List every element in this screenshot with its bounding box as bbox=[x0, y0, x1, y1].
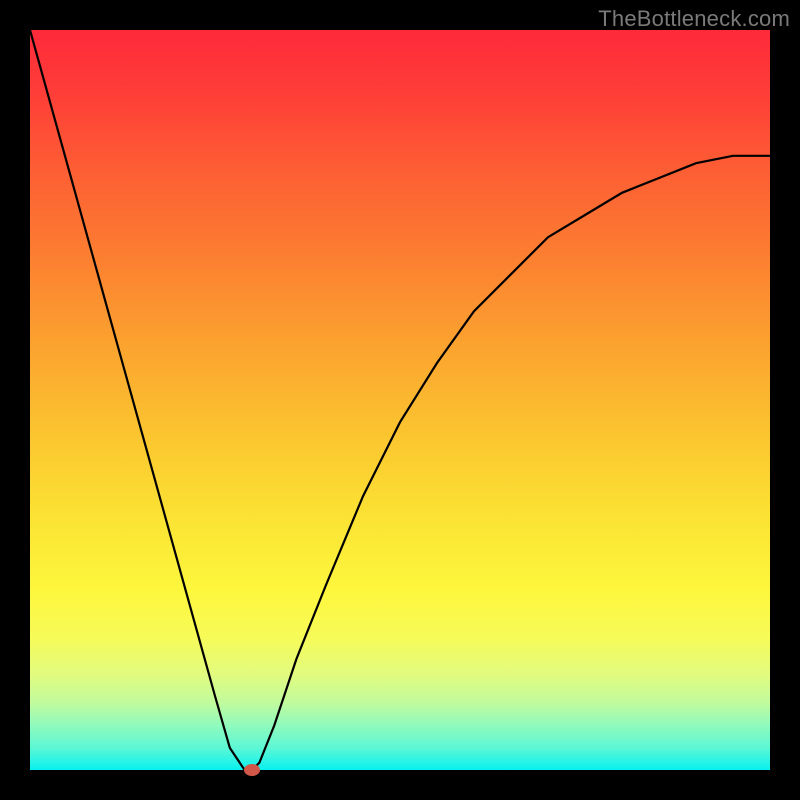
chart-frame: TheBottleneck.com bbox=[0, 0, 800, 800]
bottleneck-curve bbox=[30, 30, 770, 770]
optimum-marker bbox=[244, 764, 260, 776]
watermark-text: TheBottleneck.com bbox=[598, 6, 790, 32]
plot-area bbox=[30, 30, 770, 770]
curve-line bbox=[30, 30, 770, 770]
